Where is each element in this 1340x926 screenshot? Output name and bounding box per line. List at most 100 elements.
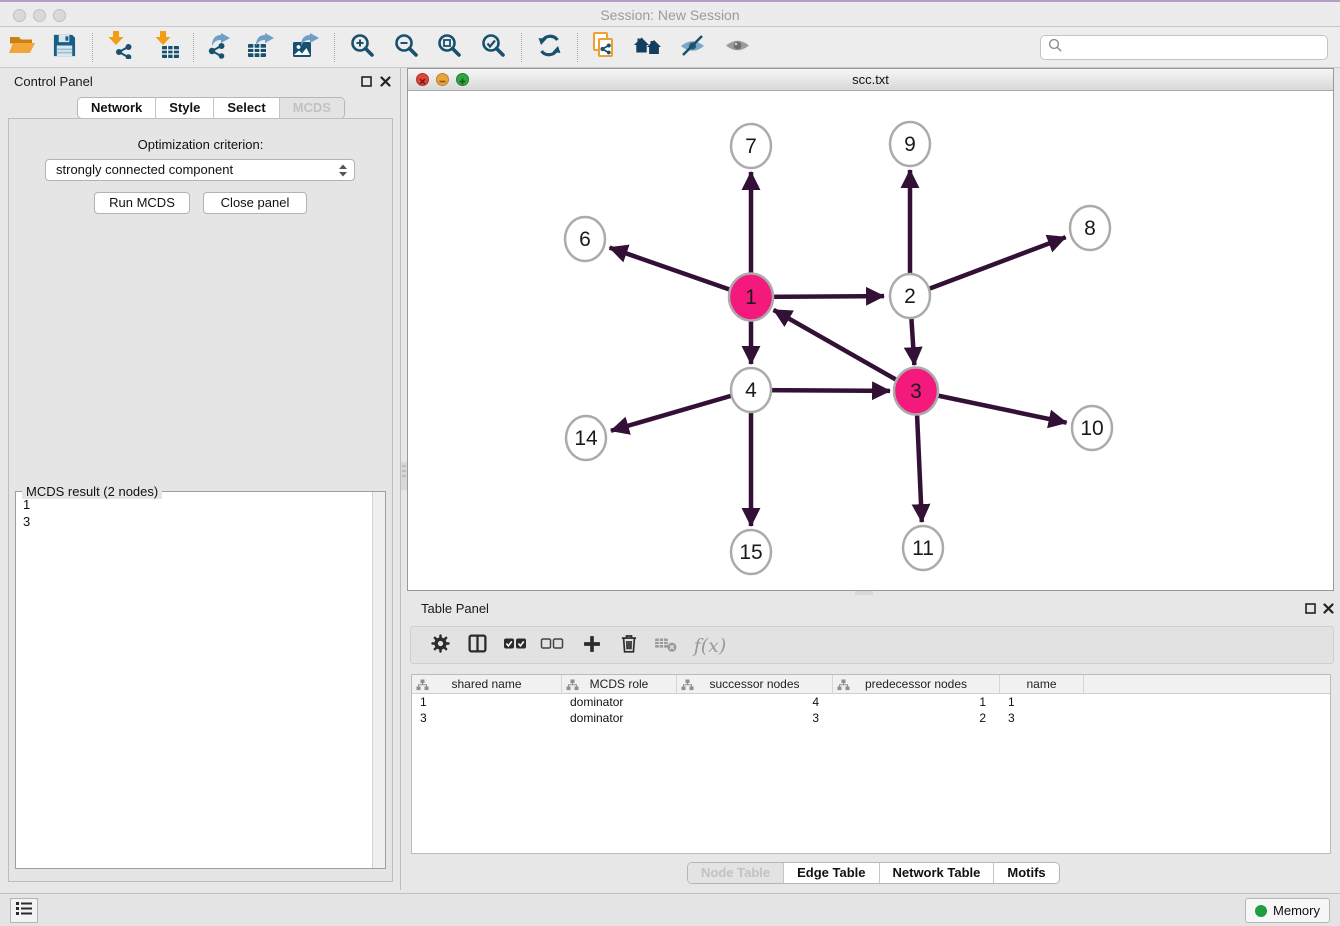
close-table-panel-icon[interactable] — [1322, 602, 1335, 615]
split-columns-button[interactable] — [462, 632, 492, 660]
table-cell[interactable]: 1 — [833, 694, 1000, 710]
control-panel-tabs: NetworkStyleSelectMCDS — [77, 97, 345, 119]
float-panel-icon[interactable] — [360, 75, 373, 88]
search-field[interactable] — [1040, 35, 1328, 60]
tab-node-table[interactable]: Node Table — [688, 863, 783, 883]
column-header-shared-name[interactable]: shared name — [412, 675, 562, 693]
tab-network-table[interactable]: Network Table — [879, 863, 994, 883]
control-panel: Control Panel NetworkStyleSelectMCDS Opt… — [0, 68, 401, 890]
home-button[interactable] — [630, 30, 666, 65]
add-column-button[interactable] — [577, 632, 607, 660]
svg-text:9: 9 — [904, 133, 916, 156]
node-table[interactable]: shared nameMCDS rolesuccessor nodesprede… — [411, 674, 1331, 854]
window-titlebar: Session: New Session — [0, 0, 1340, 27]
save-floppy-icon — [52, 33, 77, 63]
export-network-button[interactable] — [200, 30, 236, 65]
graph-node-3[interactable]: 3 — [894, 368, 938, 415]
tab-motifs[interactable]: Motifs — [993, 863, 1058, 883]
table-cell[interactable]: dominator — [562, 710, 677, 726]
show-graphics-button[interactable] — [719, 30, 755, 65]
table-cell[interactable]: 1 — [1000, 694, 1084, 710]
float-table-panel-icon[interactable] — [1304, 602, 1317, 615]
svg-text:2: 2 — [904, 285, 916, 308]
graph-node-7[interactable]: 7 — [731, 124, 771, 168]
column-header-predecessor-nodes[interactable]: predecessor nodes — [833, 675, 1000, 693]
status-bar: Memory — [0, 893, 1340, 926]
table-cell[interactable]: dominator — [562, 694, 677, 710]
table-row[interactable]: 3dominator323 — [412, 710, 1330, 726]
tab-edge-table[interactable]: Edge Table — [783, 863, 878, 883]
graph-edge-4-14[interactable] — [611, 390, 751, 431]
export-table-icon — [246, 31, 276, 64]
gear-icon — [430, 633, 451, 659]
tab-style[interactable]: Style — [155, 98, 213, 118]
hide-graphics-button[interactable] — [674, 30, 710, 65]
export-table-button[interactable] — [243, 30, 279, 65]
table-cell[interactable]: 3 — [1000, 710, 1084, 726]
tab-select[interactable]: Select — [213, 98, 278, 118]
save-session-button[interactable] — [46, 30, 82, 65]
function-builder-button[interactable]: f(x) — [689, 632, 731, 660]
import-table-button[interactable] — [148, 30, 184, 65]
network-graph-canvas[interactable]: 7 9 6 8 1 2 4 3 14 10 15 11 — [408, 91, 1333, 590]
task-history-button[interactable] — [10, 898, 38, 923]
graph-node-4[interactable]: 4 — [731, 368, 771, 412]
select-all-button[interactable] — [500, 632, 530, 660]
graph-node-11[interactable]: 11 — [903, 526, 943, 570]
svg-text:7: 7 — [745, 135, 757, 158]
graph-node-1[interactable]: 1 — [729, 274, 773, 321]
trash-icon — [619, 633, 639, 659]
node-table-body: 1dominator4113dominator323 — [412, 694, 1330, 726]
close-panel-button[interactable]: Close panel — [203, 192, 307, 214]
run-mcds-button[interactable]: Run MCDS — [94, 192, 190, 214]
memory-button-label: Memory — [1273, 903, 1320, 918]
tab-network[interactable]: Network — [78, 98, 155, 118]
table-cell[interactable]: 3 — [412, 710, 562, 726]
graph-node-10[interactable]: 10 — [1072, 406, 1112, 450]
table-cell[interactable]: 1 — [412, 694, 562, 710]
graph-node-8[interactable]: 8 — [1070, 206, 1110, 250]
graph-node-2[interactable]: 2 — [890, 274, 930, 318]
svg-text:4: 4 — [745, 379, 757, 402]
graph-node-9[interactable]: 9 — [890, 122, 930, 166]
memory-button[interactable]: Memory — [1245, 898, 1330, 923]
open-session-button[interactable] — [4, 30, 40, 65]
criterion-select[interactable]: strongly connected component — [45, 159, 355, 181]
delete-table-button[interactable] — [651, 632, 681, 660]
svg-text:11: 11 — [912, 537, 934, 560]
table-settings-button[interactable] — [425, 632, 455, 660]
column-header-name[interactable]: name — [1000, 675, 1084, 693]
import-network-button[interactable] — [101, 30, 137, 65]
splitter-handle-vertical[interactable] — [401, 462, 407, 490]
zoom-out-button[interactable] — [388, 30, 424, 65]
table-cell[interactable]: 4 — [677, 694, 833, 710]
graph-node-14[interactable]: 14 — [566, 416, 606, 460]
graph-edge-3-1[interactable] — [774, 310, 916, 391]
fx-icon: f(x) — [694, 635, 727, 657]
zoom-in-button[interactable] — [344, 30, 380, 65]
close-panel-icon[interactable] — [379, 75, 392, 88]
table-row[interactable]: 1dominator411 — [412, 694, 1330, 710]
home-icon — [633, 32, 663, 63]
search-input[interactable] — [1068, 38, 1327, 58]
delete-column-button[interactable] — [614, 632, 644, 660]
zoom-selected-button[interactable] — [475, 30, 511, 65]
graph-node-6[interactable]: 6 — [565, 217, 605, 261]
list-icon — [15, 900, 33, 921]
graph-node-15[interactable]: 15 — [731, 530, 771, 574]
column-header-MCDS-role[interactable]: MCDS role — [562, 675, 677, 693]
table-cell[interactable]: 2 — [833, 710, 1000, 726]
graph-edge-2-8[interactable] — [910, 237, 1066, 296]
deselect-all-button[interactable] — [537, 632, 567, 660]
result-scrollbar[interactable] — [372, 492, 385, 868]
tab-mcds[interactable]: MCDS — [279, 98, 344, 118]
refresh-button[interactable] — [531, 30, 567, 65]
export-image-button[interactable] — [288, 30, 324, 65]
table-cell[interactable]: 3 — [677, 710, 833, 726]
clone-network-button[interactable] — [586, 30, 622, 65]
column-header-successor-nodes[interactable]: successor nodes — [677, 675, 833, 693]
zoom-fit-button[interactable] — [431, 30, 467, 65]
toolbar-separator — [521, 33, 522, 62]
plus-icon — [582, 634, 602, 659]
table-toolbar: f(x) — [410, 626, 1334, 664]
